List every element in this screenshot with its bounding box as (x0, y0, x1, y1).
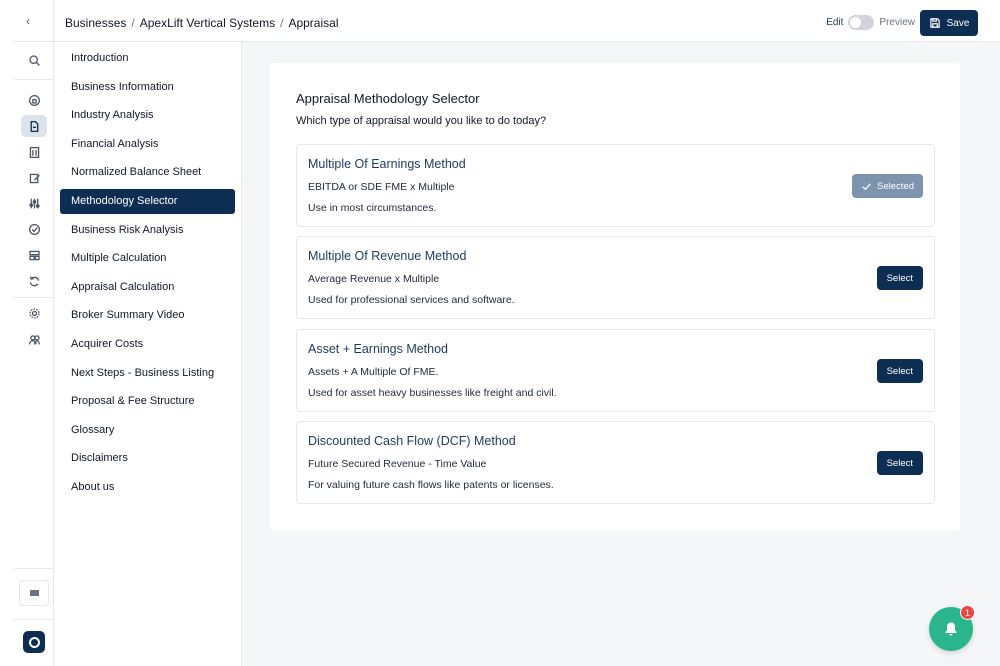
method-title: Multiple Of Earnings Method (308, 157, 466, 171)
method-title: Multiple Of Revenue Method (308, 249, 467, 263)
avatar[interactable] (23, 631, 45, 653)
section-nav-item[interactable]: Business Information (60, 75, 235, 100)
section-nav-item[interactable]: Multiple Calculation (60, 246, 235, 271)
breadcrumb-item-business[interactable]: ApexLift Vertical Systems (140, 16, 275, 30)
section-nav-item[interactable]: Broker Summary Video (60, 303, 235, 328)
method-formula: Assets + A Multiple Of FME. (308, 366, 439, 378)
notification-count-badge: 1 (960, 605, 975, 620)
gear-icon[interactable] (21, 302, 47, 324)
checkmark-icon (862, 182, 871, 190)
breadcrumb-item-businesses[interactable]: Businesses (65, 16, 126, 30)
search-icon[interactable] (21, 49, 47, 71)
section-nav-item[interactable]: Acquirer Costs (60, 332, 235, 357)
button-label: Select (886, 272, 913, 284)
breadcrumb: Businesses / ApexLift Vertical Systems /… (65, 16, 338, 30)
section-nav-item[interactable]: Financial Analysis (60, 132, 235, 157)
divider (14, 41, 54, 42)
layout-icon[interactable] (21, 244, 47, 266)
divider (14, 619, 54, 620)
collapse-icon[interactable]: ‹ (26, 14, 30, 28)
section-nav-item[interactable]: Glossary (60, 418, 235, 443)
save-label: Save (946, 17, 970, 29)
method-title: Discounted Cash Flow (DCF) Method (308, 434, 516, 448)
section-nav-item[interactable]: Appraisal Calculation (60, 275, 235, 300)
building-icon[interactable] (21, 141, 47, 163)
preview-label: Preview (879, 17, 915, 28)
section-nav-item[interactable]: Next Steps - Business Listing (60, 361, 235, 386)
select-button[interactable]: Select (876, 451, 923, 475)
section-nav-item[interactable]: Introduction (60, 46, 235, 71)
method-title: Asset + Earnings Method (308, 342, 449, 356)
method-description: Use in most circumstances. (308, 202, 437, 214)
save-button[interactable]: Save (920, 10, 978, 36)
method-option: Asset + Earnings Method Assets + A Multip… (296, 329, 935, 412)
section-nav-item[interactable]: About us (60, 475, 235, 500)
top-bar: Businesses / ApexLift Vertical Systems /… (54, 0, 1000, 42)
section-nav-item[interactable]: Disclaimers (60, 446, 235, 471)
document-icon[interactable] (21, 115, 47, 137)
divider (14, 297, 54, 298)
section-nav: Introduction Business Information Industry… (54, 42, 242, 666)
divider (14, 79, 54, 80)
select-button[interactable]: Select (876, 266, 923, 290)
method-formula: Average Revenue x Multiple (308, 273, 440, 285)
sliders-icon[interactable] (21, 192, 47, 214)
method-description: Used for professional services and softw… (308, 294, 515, 306)
panel-toggle-icon[interactable] (19, 580, 49, 606)
method-option: Discounted Cash Flow (DCF) Method Future … (296, 421, 935, 504)
check-circle-icon[interactable] (21, 218, 47, 240)
users-icon[interactable] (21, 328, 47, 350)
section-nav-item[interactable]: Normalized Balance Sheet (60, 160, 235, 185)
floppy-disk-icon (929, 18, 940, 28)
section-nav-item[interactable]: Industry Analysis (60, 103, 235, 128)
edit-label: Edit (826, 17, 844, 28)
icon-rail: ‹ (0, 0, 54, 666)
section-nav-item[interactable]: Methodology Selector (60, 188, 235, 214)
button-label: Select (886, 457, 913, 469)
method-option: Multiple Of Earnings Method EBITDA or SDE… (296, 144, 935, 227)
method-formula: Future Secured Revenue - Time Value (308, 458, 487, 470)
notifications-button[interactable]: 1 (929, 605, 975, 651)
refresh-icon[interactable] (21, 270, 47, 292)
method-formula: EBITDA or SDE FME x Multiple (308, 181, 455, 193)
method-description: Used for asset heavy businesses like fre… (308, 387, 557, 399)
bell-icon (945, 622, 957, 636)
section-nav-item[interactable]: Business Risk Analysis (60, 218, 235, 243)
breadcrumb-separator: / (131, 16, 135, 30)
preview-toggle[interactable] (848, 15, 875, 30)
method-description: For valuing future cash flows like paten… (308, 479, 554, 491)
breadcrumb-item-current: Appraisal (288, 16, 339, 30)
edit-note-icon[interactable] (21, 167, 47, 189)
breadcrumb-separator: / (280, 16, 284, 30)
select-button[interactable]: Select (876, 359, 923, 383)
divider (14, 568, 54, 569)
page-title: Appraisal Methodology Selector (296, 91, 480, 106)
button-label: Select (886, 365, 913, 377)
mode-switch: Edit Preview (826, 15, 915, 30)
method-option: Multiple Of Revenue Method Average Revenu… (296, 236, 935, 319)
main-content: Appraisal Methodology Selector Which typ… (242, 42, 1000, 666)
button-label: Selected (877, 180, 914, 192)
page-subtitle: Which type of appraisal would you like t… (296, 115, 547, 127)
methodology-card: Appraisal Methodology Selector Which typ… (270, 63, 960, 531)
selected-button[interactable]: Selected (852, 174, 923, 198)
section-nav-item[interactable]: Proposal & Fee Structure (60, 389, 235, 414)
home-icon[interactable] (21, 89, 47, 111)
